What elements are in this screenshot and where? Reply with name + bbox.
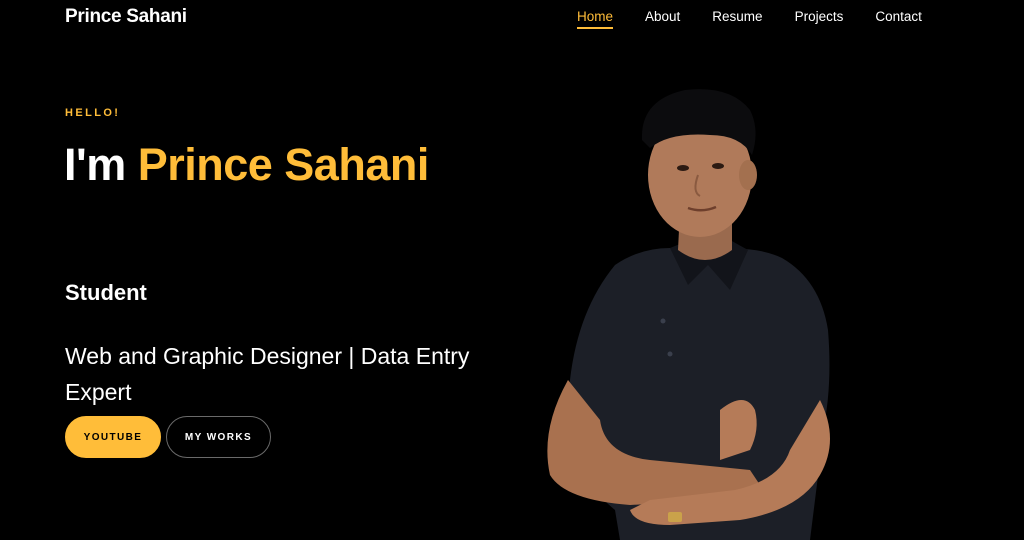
top-navbar: Prince Sahani Home About Resume Projects… [0,0,1024,36]
hero-title-prefix: I'm [64,139,138,190]
hero-greeting: HELLO! [65,107,121,119]
nav-item-resume[interactable]: Resume [712,9,762,29]
nav-item-contact[interactable]: Contact [875,9,922,29]
nav-item-projects[interactable]: Projects [795,9,844,29]
youtube-button[interactable]: YOUTUBE [65,416,161,458]
hero-title-name: Prince Sahani [137,139,430,190]
nav-item-home[interactable]: Home [577,9,614,29]
my-works-button[interactable]: MY WORKS [166,416,271,458]
hero-description: Web and Graphic Designer | Data Entry Ex… [65,343,470,405]
nav-menu: Home About Resume Projects Contact [577,9,922,29]
person-photo-icon [520,80,860,540]
hero-title: I'm Prince Sahani [64,137,524,193]
nav-item-about[interactable]: About [645,9,680,29]
brand-logo[interactable]: Prince Sahani [65,6,187,28]
page: Prince Sahani Home About Resume Projects… [0,0,1024,540]
hero-role: Student [65,280,147,305]
